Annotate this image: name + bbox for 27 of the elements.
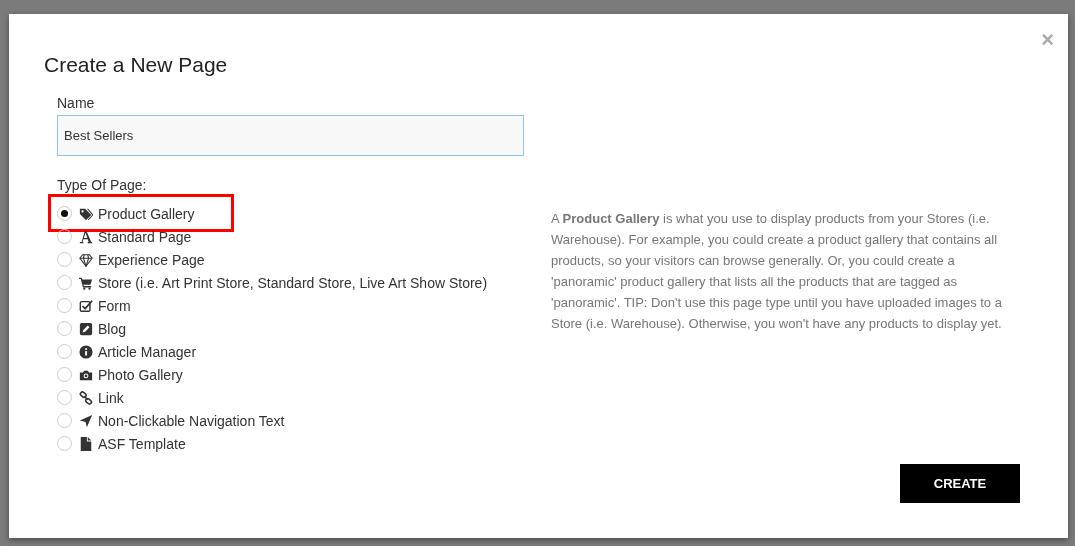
option-label: Link bbox=[98, 389, 124, 406]
name-field[interactable]: Best Sellers bbox=[57, 115, 524, 156]
option-label: Article Manager bbox=[98, 343, 197, 360]
dialog-title: Create a New Page bbox=[44, 52, 229, 78]
field-label: Name bbox=[57, 94, 96, 112]
arrow-icon bbox=[79, 413, 93, 428]
option-label: Photo Gallery bbox=[98, 366, 183, 383]
type-label: Type Of Page: bbox=[57, 176, 148, 194]
tags-icon bbox=[79, 206, 93, 221]
link-icon bbox=[79, 390, 93, 405]
option-label: Product Gallery bbox=[98, 205, 195, 222]
option-label: Standard Page bbox=[98, 228, 192, 245]
cart-icon bbox=[79, 275, 93, 290]
file-icon bbox=[79, 436, 93, 451]
letter-a-icon bbox=[79, 229, 93, 244]
create-button[interactable]: CREATE bbox=[900, 464, 1020, 503]
description-text: A Product Gallery is what you use to display products from your Stores (i.e. Warehouse). For example, you could create a product gallery that contains all products, so your visitors can browse generally. Or, you could create a 'panoramic' product gallery that lists all the products that are tagged as 'panoramic'. TIP: Don't use this page type until you have uploaded images to a Store (i.e. Warehouse). Otherwise, you won't have any products to display yet. bbox=[551, 210, 1003, 333]
option-label: ASF Template bbox=[98, 435, 186, 452]
option-label: Experience Page bbox=[98, 251, 205, 268]
checkbox-icon bbox=[79, 298, 93, 313]
pencil-icon bbox=[79, 321, 93, 336]
option-label: Form bbox=[98, 297, 131, 314]
option-label: Blog bbox=[98, 320, 127, 337]
option-label: Non-Clickable Navigation Text bbox=[98, 412, 285, 429]
info-icon bbox=[79, 344, 93, 359]
diamond-icon bbox=[79, 252, 93, 267]
option-label: Store (i.e. Art Print Store, Standard Store, Live Art Show Store) bbox=[98, 274, 488, 291]
